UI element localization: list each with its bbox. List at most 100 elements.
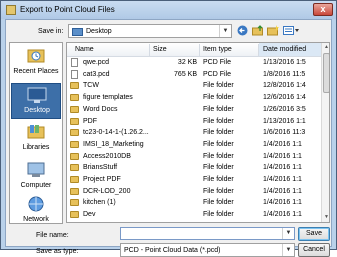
file-size-cell: 765 KB — [174, 70, 197, 78]
column-divider[interactable] — [149, 44, 150, 56]
file-row[interactable]: kitchen (1) File folder 1/4/2016 1:1 — [67, 198, 321, 208]
folder-icon — [70, 199, 79, 207]
file-row[interactable]: Word Docs File folder 1/26/2016 3:5 — [67, 105, 321, 115]
file-date-cell: 1/4/2016 1:1 — [263, 211, 302, 219]
file-date-cell: 1/4/2016 1:1 — [263, 176, 302, 183]
views-menu-icon[interactable] — [282, 25, 302, 37]
file-row[interactable]: IMSI_18_Marketing File folder 1/4/2016 1:1 — [67, 140, 321, 150]
desktop-folder-icon — [72, 28, 83, 36]
file-row[interactable]: BriansStuff File folder 1/4/2016 1:1 — [67, 163, 321, 173]
file-date-cell: 1/4/2016 1:1 — [263, 152, 302, 160]
folder-icon — [70, 105, 79, 113]
scroll-thumb[interactable] — [323, 53, 329, 93]
file-type-cell: File folder — [203, 82, 234, 90]
chevron-down-icon[interactable]: ▼ — [219, 25, 231, 37]
file-date-cell: 12/6/2016 1:4 — [263, 94, 306, 102]
save-in-label: Save in: — [38, 28, 64, 35]
file-type-cell: PCD File — [203, 70, 232, 78]
file-list-header: Name Size Item type Date modified — [67, 43, 321, 57]
file-row[interactable]: tc23-0-14-1-(1.26.2... File folder 1/6/201… — [67, 128, 321, 138]
file-type-cell: File folder — [203, 105, 234, 113]
folder-icon — [70, 129, 79, 137]
file-row[interactable]: Dev File folder 1/4/2016 1:1 — [67, 210, 321, 220]
file-row[interactable]: Project PDF File folder 1/4/2016 1:1 — [67, 175, 321, 185]
file-name-cell: TCW — [83, 82, 99, 90]
scroll-up-icon[interactable]: ▲ — [322, 43, 329, 52]
places-bar: Recent Places Desktop Libraries Computer… — [9, 42, 63, 224]
file-type-cell: File folder — [203, 152, 234, 160]
column-size[interactable]: Size — [153, 46, 167, 53]
column-divider[interactable] — [199, 44, 200, 56]
file-type-cell: File folder — [203, 187, 234, 195]
file-row[interactable]: TCW File folder 12/8/2016 1:4 — [67, 81, 321, 91]
file-row[interactable]: Access2010DB File folder 1/4/2016 1:1 — [67, 152, 321, 162]
file-type-cell: File folder — [203, 140, 234, 148]
place-libraries[interactable]: Libraries — [11, 121, 61, 157]
place-network[interactable]: Network — [11, 193, 61, 229]
desktop-icon — [27, 87, 47, 103]
column-divider[interactable] — [258, 44, 259, 56]
file-name-cell: kitchen (1) — [83, 199, 116, 207]
file-name-cell: Project PDF — [83, 176, 121, 183]
scroll-down-icon[interactable]: ▼ — [322, 213, 329, 222]
file-type-cell: File folder — [203, 117, 234, 125]
app-icon — [6, 5, 16, 15]
file-size-cell: 32 KB — [177, 59, 197, 66]
dialog-title: Export to Point Cloud Files — [20, 5, 115, 14]
place-label: Recent Places — [13, 68, 59, 75]
up-folder-icon[interactable] — [251, 25, 264, 37]
save-as-type-select[interactable]: PCD - Point Cloud Data (*.pcd) ▼ — [120, 243, 295, 257]
file-row[interactable]: DCR-LOD_200 File folder 1/4/2016 1:1 — [67, 187, 321, 197]
column-date-modified[interactable]: Date modified — [263, 46, 306, 53]
folder-icon — [70, 164, 79, 172]
file-date-cell: 1/13/2016 1:5 — [263, 59, 306, 66]
close-button[interactable]: x — [313, 3, 333, 16]
folder-icon — [70, 176, 79, 183]
file-row[interactable]: qwe.pcd 32 KB PCD File 1/13/2016 1:5 — [67, 58, 321, 68]
file-type-cell: PCD File — [203, 59, 232, 66]
recent-places-icon — [27, 49, 45, 63]
file-date-cell: 12/8/2016 1:4 — [263, 82, 306, 90]
back-arrow-icon[interactable] — [236, 25, 249, 37]
folder-icon — [70, 140, 79, 148]
folder-icon — [70, 211, 79, 219]
column-item-type[interactable]: Item type — [203, 46, 232, 53]
place-label: Desktop — [24, 107, 50, 114]
file-name-input[interactable]: ▼ — [120, 227, 295, 240]
file-date-cell: 1/26/2016 3:5 — [263, 105, 306, 113]
file-name-cell: PDF — [83, 117, 97, 125]
place-computer[interactable]: Computer — [11, 159, 61, 195]
file-name-cell: Access2010DB — [83, 152, 131, 160]
cancel-button[interactable]: Cancel — [298, 243, 330, 257]
chevron-down-icon[interactable]: ▼ — [282, 228, 294, 239]
file-name-cell: qwe.pcd — [83, 59, 110, 66]
file-icon — [71, 69, 78, 79]
file-row[interactable]: cat3.pcd 765 KB PCD File 1/8/2016 11:5 — [67, 69, 321, 80]
chevron-down-icon[interactable]: ▼ — [282, 244, 294, 256]
file-name-cell: figure templates — [83, 94, 133, 102]
place-desktop[interactable]: Desktop — [11, 83, 61, 119]
file-type-cell: File folder — [203, 211, 234, 219]
folder-icon — [70, 187, 79, 195]
folder-icon — [70, 117, 79, 125]
file-name-label: File name: — [36, 232, 69, 239]
file-row[interactable]: PDF File folder 1/13/2016 1:1 — [67, 117, 321, 127]
save-in-value: Desktop — [86, 28, 112, 35]
file-name-cell: DCR-LOD_200 — [83, 187, 131, 195]
file-name-cell: IMSI_18_Marketing — [83, 140, 144, 148]
file-date-cell: 1/4/2016 1:1 — [263, 164, 302, 172]
save-button[interactable]: Save — [298, 227, 330, 241]
place-recent-places[interactable]: Recent Places — [11, 45, 61, 81]
file-date-cell: 1/6/2016 11:3 — [263, 129, 306, 137]
column-name[interactable]: Name — [75, 46, 94, 53]
vertical-scrollbar[interactable]: ▲ ▼ — [321, 43, 329, 222]
new-folder-icon[interactable] — [266, 25, 279, 37]
folder-icon — [70, 152, 79, 160]
file-name-cell: tc23-0-14-1-(1.26.2... — [83, 129, 149, 137]
folder-icon — [70, 82, 79, 90]
file-name-cell: BriansStuff — [83, 164, 118, 172]
file-list[interactable]: Name Size Item type Date modified qwe.pc… — [66, 42, 330, 223]
network-icon — [28, 196, 44, 212]
file-row[interactable]: figure templates File folder 12/6/2016 1:4 — [67, 93, 321, 103]
save-in-combobox[interactable]: Desktop ▼ — [68, 24, 232, 38]
